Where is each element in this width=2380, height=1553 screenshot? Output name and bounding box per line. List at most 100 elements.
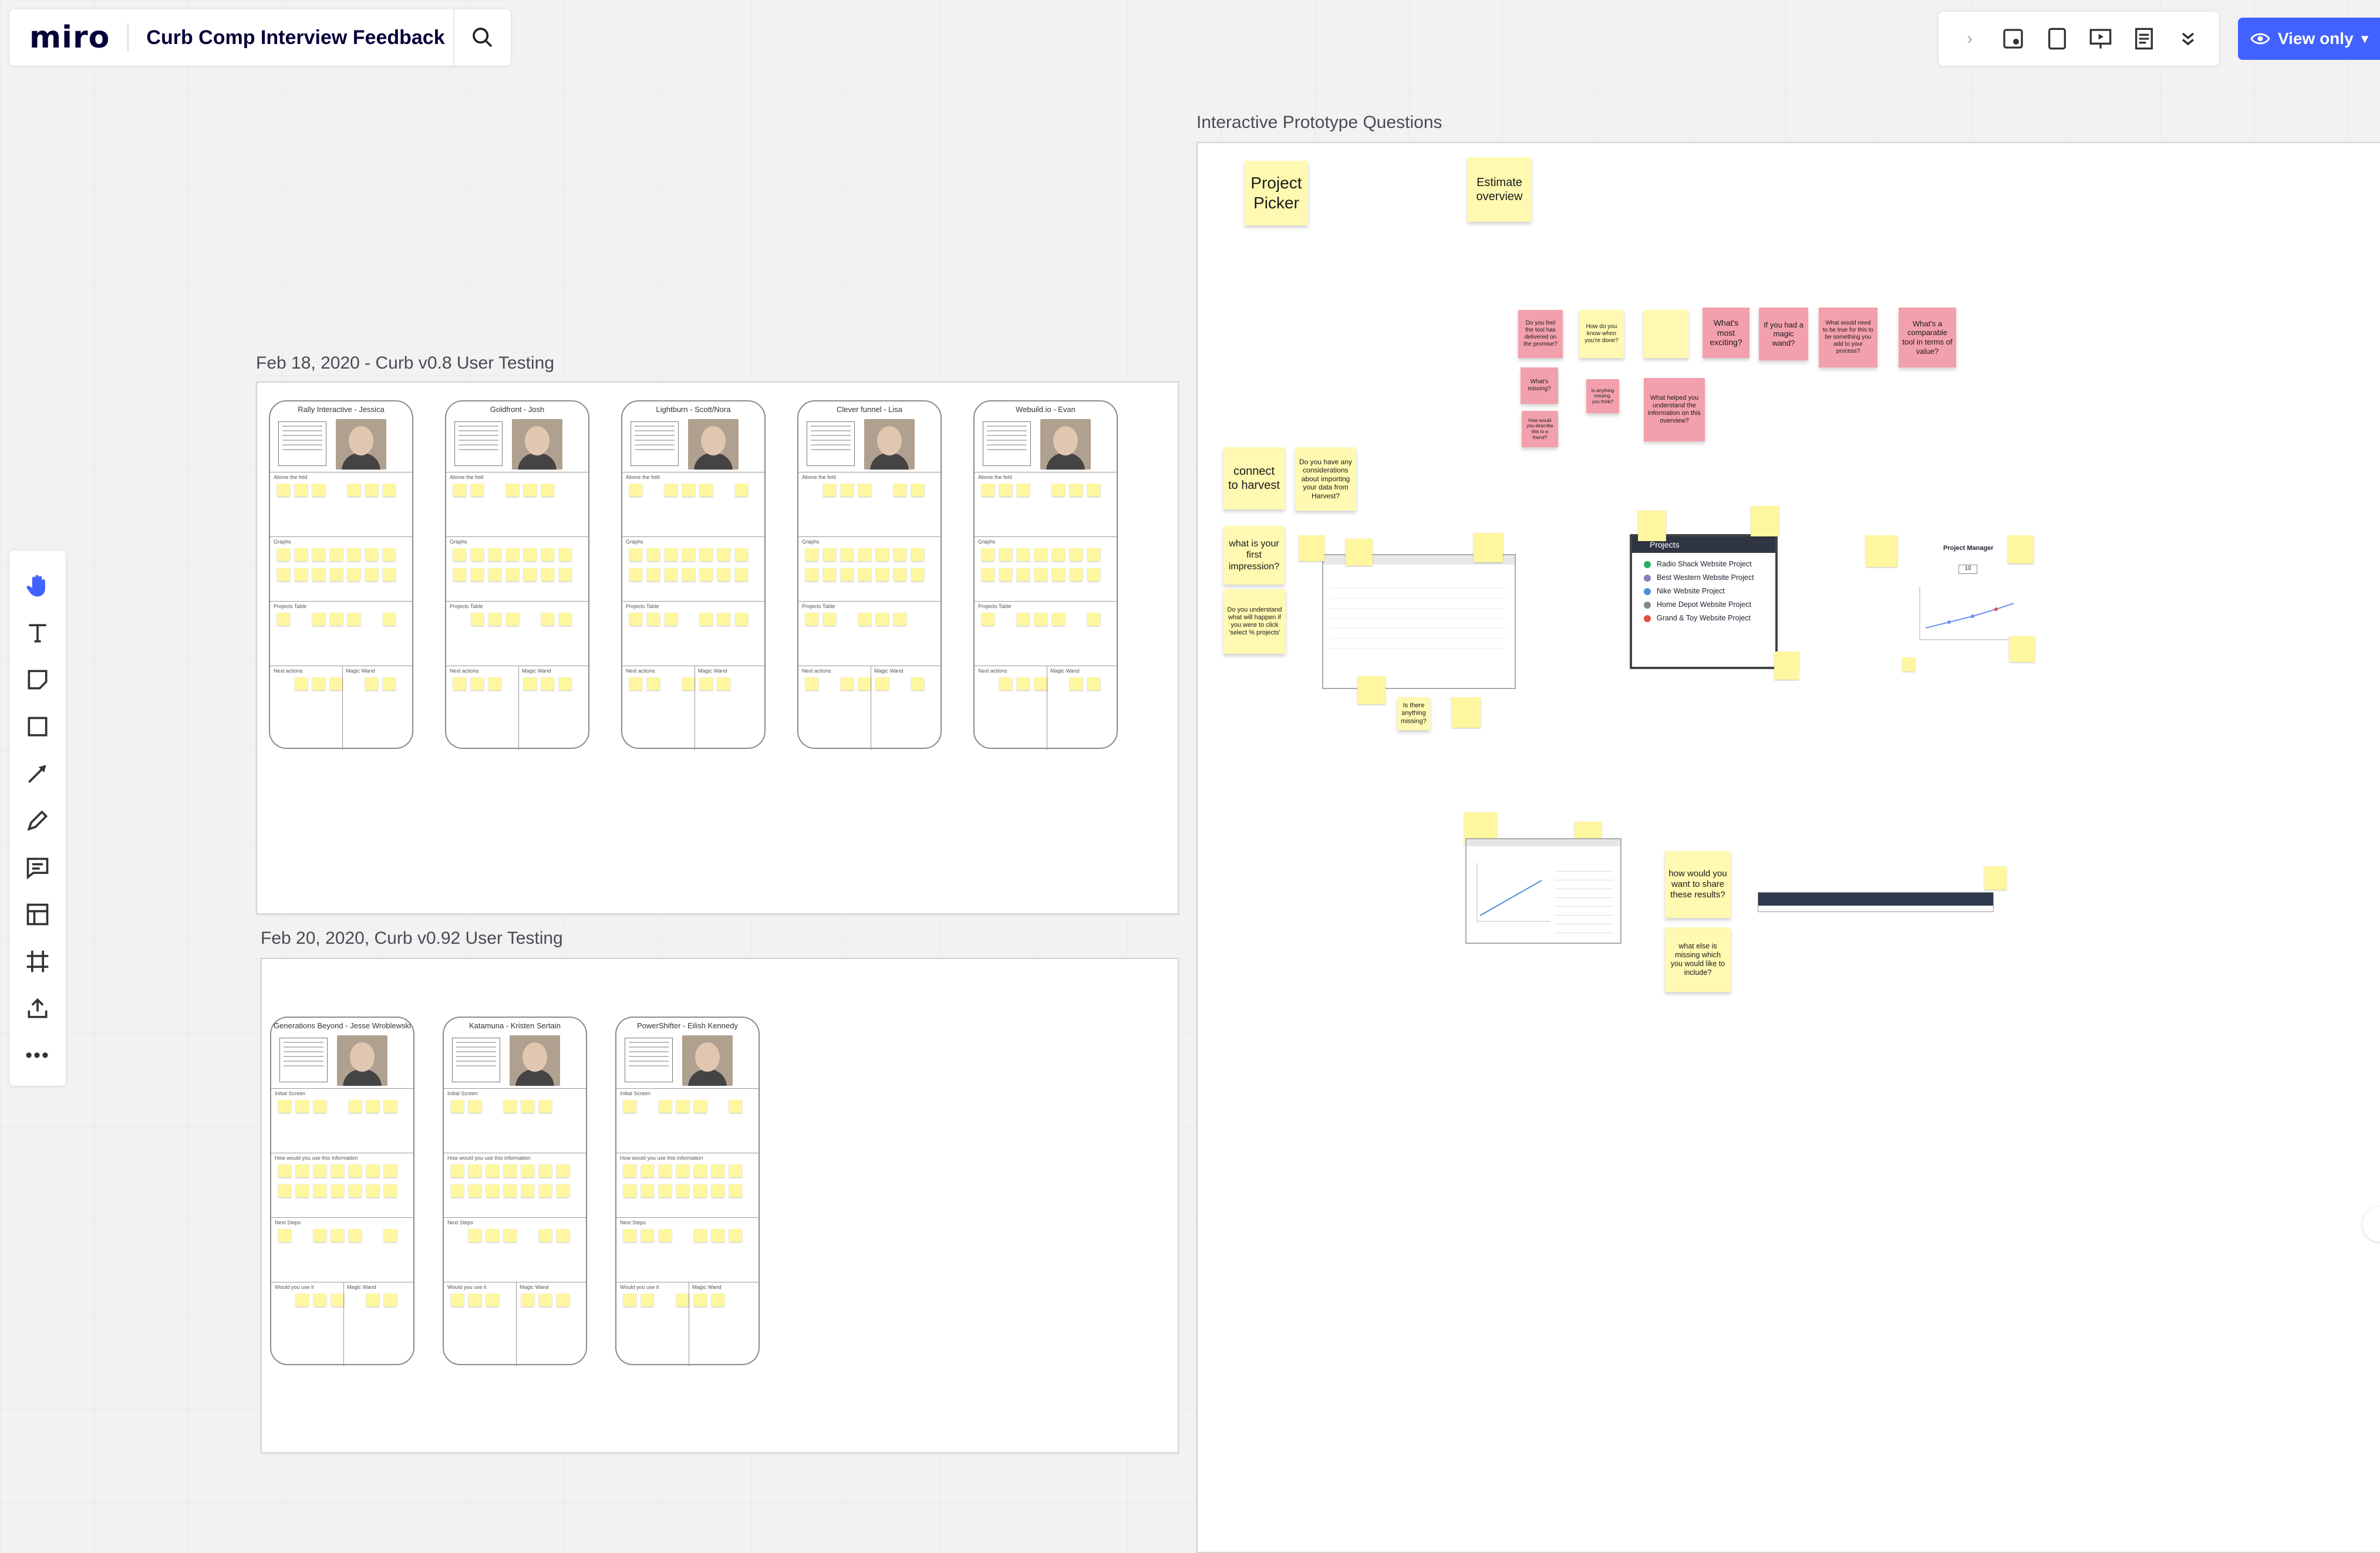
mini-sticky[interactable] <box>717 568 730 581</box>
mini-sticky[interactable] <box>717 677 730 690</box>
mini-sticky[interactable] <box>729 1164 742 1177</box>
shape-tool-icon[interactable] <box>19 708 56 745</box>
mini-sticky[interactable] <box>349 1229 362 1242</box>
mini-sticky[interactable] <box>641 1294 654 1306</box>
mini-sticky[interactable] <box>348 548 360 561</box>
mini-sticky[interactable] <box>453 677 466 690</box>
mini-sticky[interactable] <box>559 548 572 561</box>
mini-sticky[interactable] <box>453 484 466 497</box>
mini-sticky[interactable] <box>717 548 730 561</box>
mini-sticky[interactable] <box>312 613 325 626</box>
presentation-icon[interactable] <box>2084 22 2117 55</box>
mini-sticky[interactable] <box>365 484 378 497</box>
mini-sticky[interactable] <box>999 568 1012 581</box>
mini-sticky[interactable] <box>366 1164 379 1177</box>
mini-sticky[interactable] <box>557 1164 569 1177</box>
mini-sticky[interactable] <box>539 1100 552 1113</box>
mini-sticky[interactable] <box>488 677 501 690</box>
mini-sticky[interactable] <box>383 484 396 497</box>
mini-sticky[interactable] <box>366 1184 379 1197</box>
mini-sticky[interactable] <box>894 613 906 626</box>
mini-sticky[interactable] <box>1751 506 1779 536</box>
mini-sticky[interactable] <box>1357 676 1385 704</box>
sticky-pink[interactable]: How would you describe this to a friend? <box>1522 411 1558 447</box>
mini-sticky[interactable] <box>313 1294 326 1306</box>
mini-sticky[interactable] <box>295 677 308 690</box>
sticky-estimate-overview[interactable]: Estimate overview <box>1468 157 1531 222</box>
mini-sticky[interactable] <box>506 484 519 497</box>
mini-sticky[interactable] <box>1034 548 1047 561</box>
mini-sticky[interactable] <box>1984 866 2007 890</box>
mini-sticky[interactable] <box>682 677 695 690</box>
mini-sticky[interactable] <box>539 1184 552 1197</box>
mini-sticky[interactable] <box>682 484 695 497</box>
mini-sticky[interactable] <box>471 677 484 690</box>
mini-sticky[interactable] <box>348 613 360 626</box>
mini-sticky[interactable] <box>1034 677 1047 690</box>
mini-sticky[interactable] <box>1017 548 1030 561</box>
mini-sticky[interactable] <box>365 568 378 581</box>
mini-sticky[interactable] <box>841 548 854 561</box>
mini-sticky[interactable] <box>349 1164 362 1177</box>
sticky-pink[interactable]: What's missing? <box>1521 367 1558 404</box>
mini-sticky[interactable] <box>823 613 836 626</box>
mini-sticky[interactable] <box>504 1184 517 1197</box>
mini-sticky[interactable] <box>841 677 854 690</box>
board-title[interactable]: Curb Comp Interview Feedback <box>146 26 444 49</box>
mini-sticky[interactable] <box>296 1100 309 1113</box>
notes-icon[interactable] <box>2128 22 2160 55</box>
mini-sticky[interactable] <box>805 677 818 690</box>
mini-sticky[interactable] <box>539 1164 552 1177</box>
hand-tool-icon[interactable] <box>19 567 56 605</box>
mini-sticky[interactable] <box>559 568 572 581</box>
mini-sticky[interactable] <box>1087 568 1100 581</box>
mini-sticky[interactable] <box>471 613 484 626</box>
interview-phone-card[interactable]: Katamuna - Kristen Sertain Initial Screen… <box>443 1017 587 1366</box>
mini-sticky[interactable] <box>559 677 572 690</box>
mini-sticky[interactable] <box>541 613 554 626</box>
mini-sticky[interactable] <box>506 548 519 561</box>
mini-sticky[interactable] <box>468 1294 481 1306</box>
mini-sticky[interactable] <box>805 568 818 581</box>
mini-sticky[interactable] <box>1087 484 1100 497</box>
mini-sticky[interactable] <box>659 1184 672 1197</box>
mini-sticky[interactable] <box>348 568 360 581</box>
mini-sticky[interactable] <box>541 484 554 497</box>
mini-sticky[interactable] <box>557 1184 569 1197</box>
mini-sticky[interactable] <box>700 568 713 581</box>
mini-sticky[interactable] <box>383 548 396 561</box>
mini-sticky[interactable] <box>712 1184 724 1197</box>
sticky-pink[interactable]: What's most exciting? <box>1703 308 1749 358</box>
mini-sticky[interactable] <box>665 613 677 626</box>
mini-sticky[interactable] <box>277 613 290 626</box>
mini-sticky[interactable] <box>453 548 466 561</box>
mini-sticky[interactable] <box>504 1164 517 1177</box>
search-button[interactable] <box>453 9 511 66</box>
mini-sticky[interactable] <box>841 568 854 581</box>
mini-sticky[interactable] <box>735 613 748 626</box>
mini-sticky[interactable] <box>1087 548 1100 561</box>
mini-sticky[interactable] <box>1017 568 1030 581</box>
mini-sticky[interactable] <box>1451 697 1481 728</box>
mini-sticky[interactable] <box>1299 535 1324 561</box>
mini-sticky[interactable] <box>700 613 713 626</box>
mini-sticky[interactable] <box>541 677 554 690</box>
mini-sticky[interactable] <box>524 677 537 690</box>
mini-sticky[interactable] <box>504 1100 517 1113</box>
mini-sticky[interactable] <box>665 484 677 497</box>
mini-sticky[interactable] <box>700 677 713 690</box>
expand-more-icon[interactable] <box>2172 22 2204 55</box>
mini-sticky[interactable] <box>735 568 748 581</box>
mini-sticky[interactable] <box>539 1294 552 1306</box>
mini-sticky[interactable] <box>823 548 836 561</box>
mini-sticky[interactable] <box>1052 548 1065 561</box>
mini-sticky[interactable] <box>894 548 906 561</box>
mini-sticky[interactable] <box>451 1100 464 1113</box>
mini-sticky[interactable] <box>805 548 818 561</box>
mini-sticky[interactable] <box>623 1229 636 1242</box>
mini-sticky[interactable] <box>453 568 466 581</box>
mini-sticky[interactable] <box>858 548 871 561</box>
project-list-item[interactable]: Radio Shack Website Project <box>1644 558 1775 571</box>
mini-sticky[interactable] <box>488 568 501 581</box>
mini-sticky[interactable] <box>841 484 854 497</box>
